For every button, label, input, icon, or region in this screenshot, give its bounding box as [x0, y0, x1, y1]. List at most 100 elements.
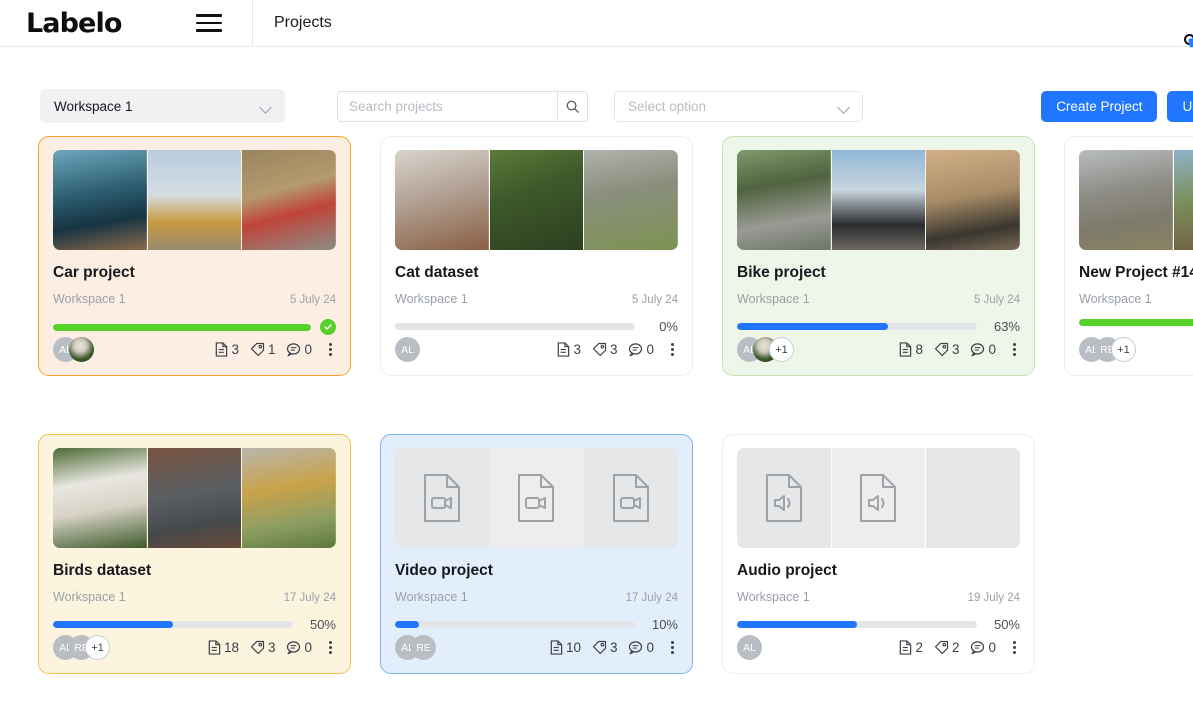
project-meta: Workspace 1 5 July 24	[395, 292, 678, 306]
toolbar-actions: Create Project User	[1041, 90, 1193, 122]
progress-bar-fill	[53, 621, 173, 628]
project-meta: Workspace 1 5 July 24	[53, 292, 336, 306]
project-workspace: Workspace 1	[737, 590, 810, 604]
file-count-icon	[208, 640, 221, 655]
comment-count-value: 0	[988, 342, 996, 357]
file-count-icon	[558, 342, 570, 357]
project-menu-button[interactable]	[325, 639, 336, 657]
project-members: AL	[737, 635, 762, 660]
option-select[interactable]: Select option	[614, 90, 863, 122]
project-card[interactable]: Video project Workspace 1 17 July 24 10%…	[380, 434, 693, 674]
project-card[interactable]: Car project Workspace 1 5 July 24 AL 3 1	[38, 136, 351, 376]
logo-text: Labelo	[26, 7, 122, 39]
search-icon	[566, 100, 579, 113]
comment-count: 0	[286, 640, 312, 655]
workspace-select-value: Workspace 1	[54, 98, 133, 114]
project-stats: 3 1 0	[214, 341, 336, 359]
progress-bar-fill	[1079, 319, 1193, 326]
project-thumbnail-placeholder	[926, 448, 1020, 548]
hamburger-bar	[196, 14, 222, 17]
completed-check-icon	[320, 319, 336, 335]
tag-count-value: 2	[951, 640, 960, 655]
project-thumbnail	[395, 150, 489, 250]
tag-count-icon	[250, 640, 265, 655]
project-thumbnail	[831, 150, 926, 250]
tag-count-value: 3	[609, 640, 618, 655]
project-card-footer: AL +1 8 3 0	[737, 337, 1020, 362]
video-file-icon	[423, 474, 460, 522]
file-count-value: 10	[565, 640, 581, 655]
project-menu-button[interactable]	[1009, 639, 1020, 657]
option-select-placeholder: Select option	[628, 98, 707, 114]
logo-accent-icon	[1184, 34, 1193, 45]
progress-percent: 0%	[659, 319, 678, 334]
project-title: Video project	[395, 562, 493, 579]
tag-count-icon	[592, 342, 607, 357]
progress-row	[1079, 319, 1193, 326]
project-members: AL RE	[395, 635, 436, 660]
project-menu-button[interactable]	[1009, 341, 1020, 359]
project-meta: Workspace 1	[1079, 292, 1193, 306]
project-card[interactable]: New Project #14 Workspace 1 AL RE +1	[1064, 136, 1193, 376]
project-workspace: Workspace 1	[737, 292, 810, 306]
progress-bar-fill	[53, 323, 311, 331]
project-card-footer: AL 3 1 0	[53, 337, 336, 362]
comment-count-icon	[287, 641, 301, 655]
users-button[interactable]: User	[1167, 90, 1193, 122]
tag-count: 3	[592, 640, 618, 655]
project-meta: Workspace 1 19 July 24	[737, 590, 1020, 604]
progress-bar	[395, 323, 635, 330]
project-card[interactable]: Audio project Workspace 1 19 July 24 50%…	[722, 434, 1035, 674]
hamburger-menu-icon[interactable]	[196, 13, 222, 33]
project-thumbnail	[926, 150, 1020, 250]
avatar[interactable]: RE	[411, 635, 436, 660]
file-count-icon	[900, 640, 912, 655]
project-menu-button[interactable]	[667, 639, 678, 657]
comment-count-icon	[629, 641, 643, 655]
avatar[interactable]	[69, 337, 94, 362]
file-count-value: 2	[915, 640, 923, 655]
search-button[interactable]	[557, 90, 588, 122]
progress-bar-fill	[737, 621, 857, 628]
hamburger-bar	[196, 21, 222, 25]
progress-row: 50%	[53, 617, 336, 632]
project-menu-button[interactable]	[325, 341, 336, 359]
file-count: 3	[214, 342, 239, 357]
project-meta: Workspace 1 17 July 24	[53, 590, 336, 604]
search-group	[337, 90, 588, 122]
project-card[interactable]: Birds dataset Workspace 1 17 July 24 50%…	[38, 434, 351, 674]
project-thumbnails	[395, 448, 678, 548]
avatar[interactable]: AL	[395, 337, 420, 362]
workspace-select[interactable]: Workspace 1	[40, 89, 285, 123]
project-stats: 8 3 0	[898, 341, 1020, 359]
project-menu-button[interactable]	[667, 341, 678, 359]
breadcrumb: Projects	[274, 14, 332, 31]
audio-file-icon	[765, 474, 802, 522]
file-count: 10	[549, 640, 581, 655]
search-input[interactable]	[337, 90, 557, 122]
comment-count: 0	[970, 342, 996, 357]
app-logo[interactable]: Labelo	[0, 7, 1193, 45]
progress-bar	[1079, 319, 1193, 326]
project-meta: Workspace 1 17 July 24	[395, 590, 678, 604]
project-members: AL	[53, 337, 94, 362]
project-thumbnails	[395, 150, 678, 250]
project-date: 5 July 24	[973, 294, 1020, 306]
project-card[interactable]: Cat dataset Workspace 1 5 July 24 0% AL …	[380, 136, 693, 376]
top-navigation-bar: Labelo Projects	[0, 0, 1193, 47]
project-thumbnail	[584, 150, 678, 250]
project-card[interactable]: Bike project Workspace 1 5 July 24 63% A…	[722, 136, 1035, 376]
comment-count-icon	[629, 343, 643, 357]
create-project-button[interactable]: Create Project	[1041, 90, 1158, 122]
avatar[interactable]: AL	[737, 635, 762, 660]
avatar-overflow-badge[interactable]: +1	[769, 337, 794, 362]
progress-percent: 10%	[651, 617, 678, 632]
comment-count-icon	[971, 343, 985, 357]
progress-bar	[53, 621, 293, 628]
avatar-overflow-badge[interactable]: +1	[1111, 337, 1136, 362]
tag-count: 3	[934, 342, 959, 357]
project-card-footer: AL 3 3 0	[395, 337, 678, 362]
project-thumbnail-placeholder	[737, 448, 831, 548]
project-thumbnails	[737, 448, 1020, 548]
avatar-overflow-badge[interactable]: +1	[85, 635, 110, 660]
